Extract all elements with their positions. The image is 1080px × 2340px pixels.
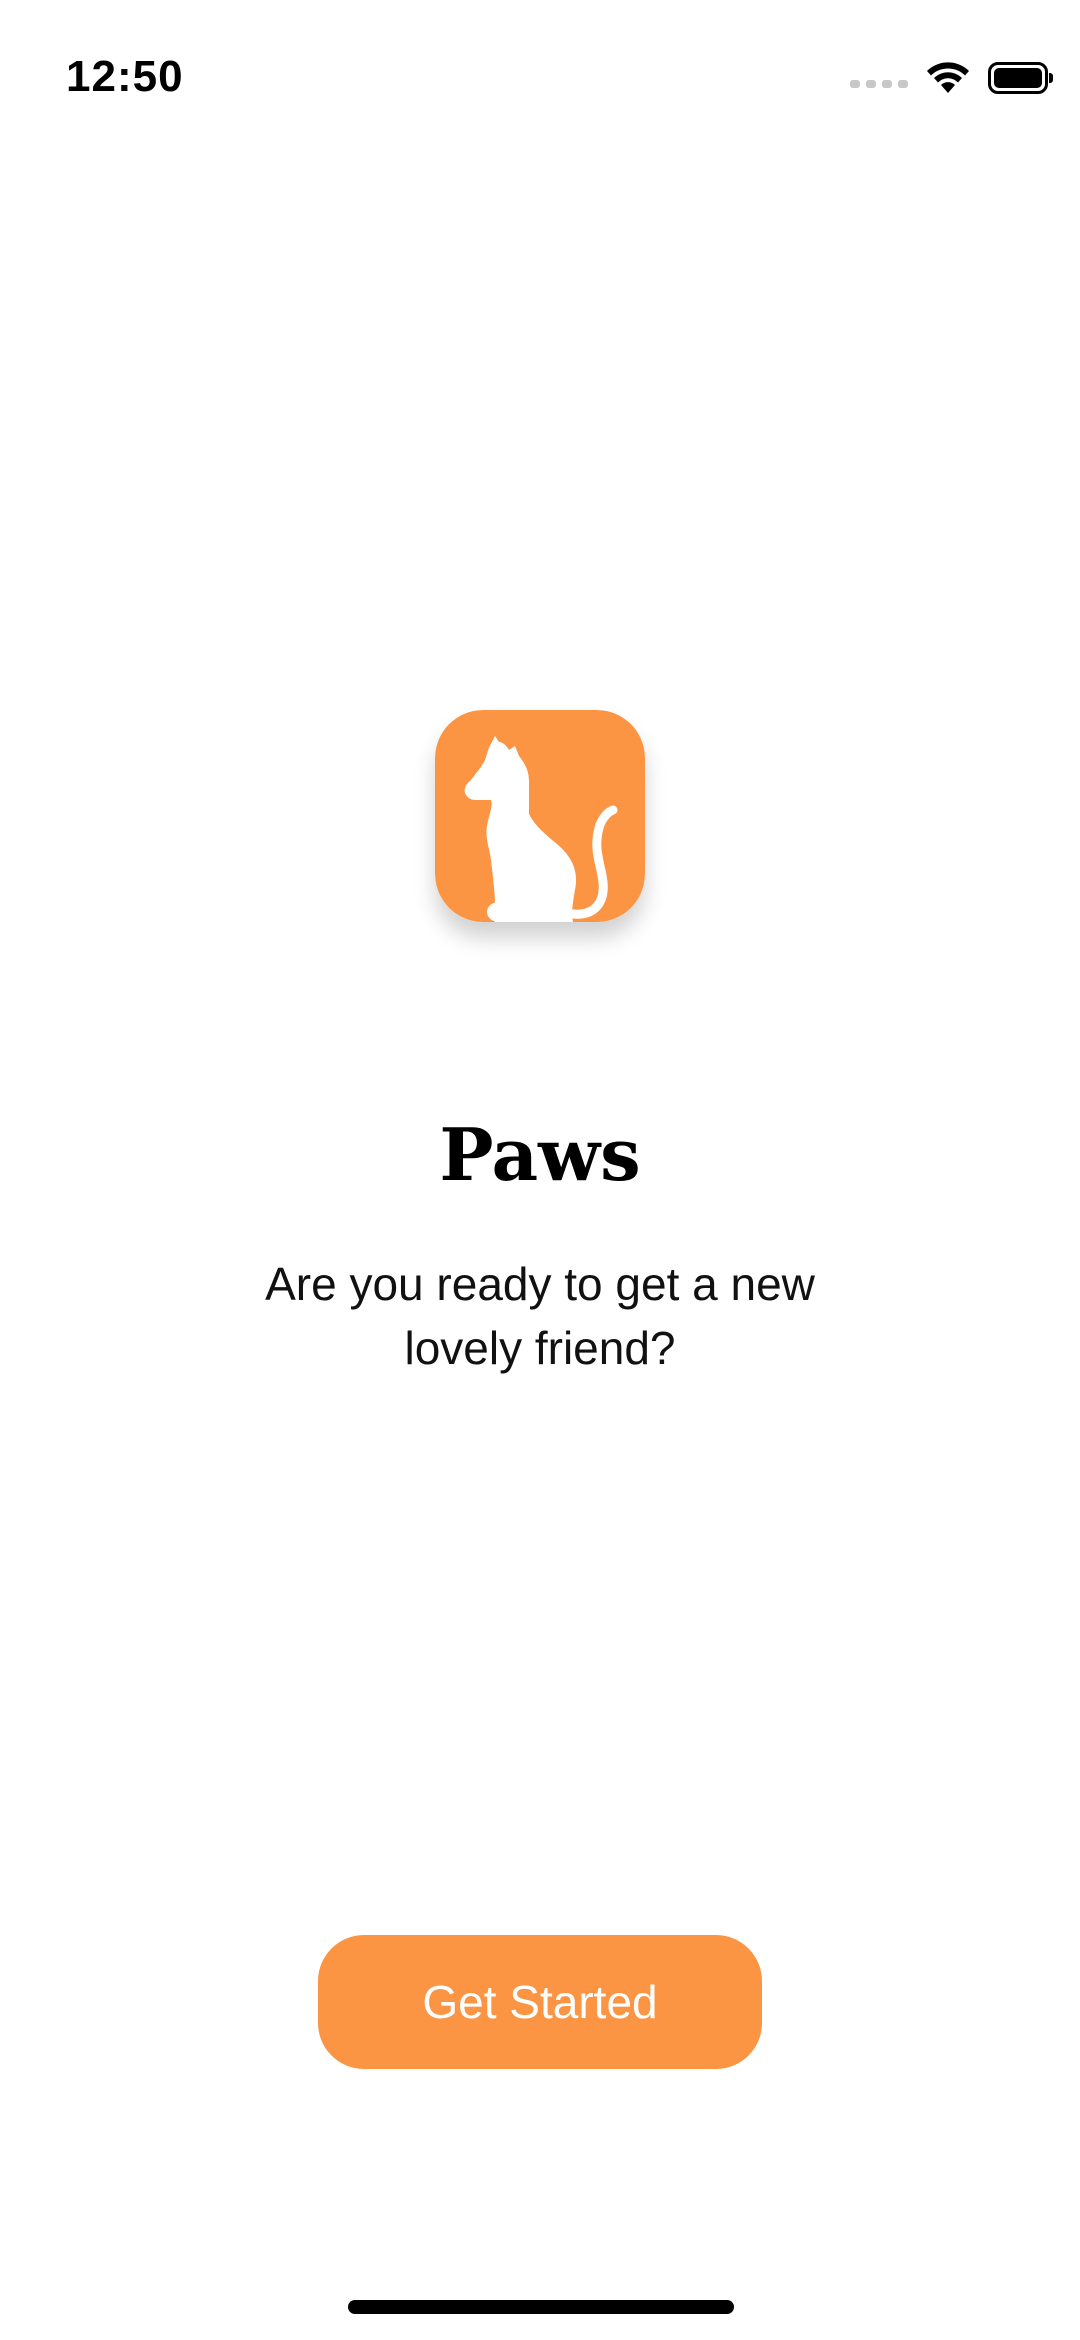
status-icons <box>850 58 1053 98</box>
cat-silhouette-icon <box>435 710 645 922</box>
cellular-signal-icon <box>850 80 908 88</box>
get-started-button[interactable]: Get Started <box>318 1935 762 2069</box>
home-indicator[interactable] <box>348 2300 734 2314</box>
app-subtitle: Are you ready to get a new lovely friend… <box>265 1258 815 1374</box>
wifi-icon <box>927 62 969 93</box>
app-logo <box>435 710 645 922</box>
status-bar: 12:50 <box>0 0 1080 150</box>
app-title: Paws <box>439 1112 641 1197</box>
battery-icon <box>988 62 1053 94</box>
status-time: 12:50 <box>66 52 184 101</box>
